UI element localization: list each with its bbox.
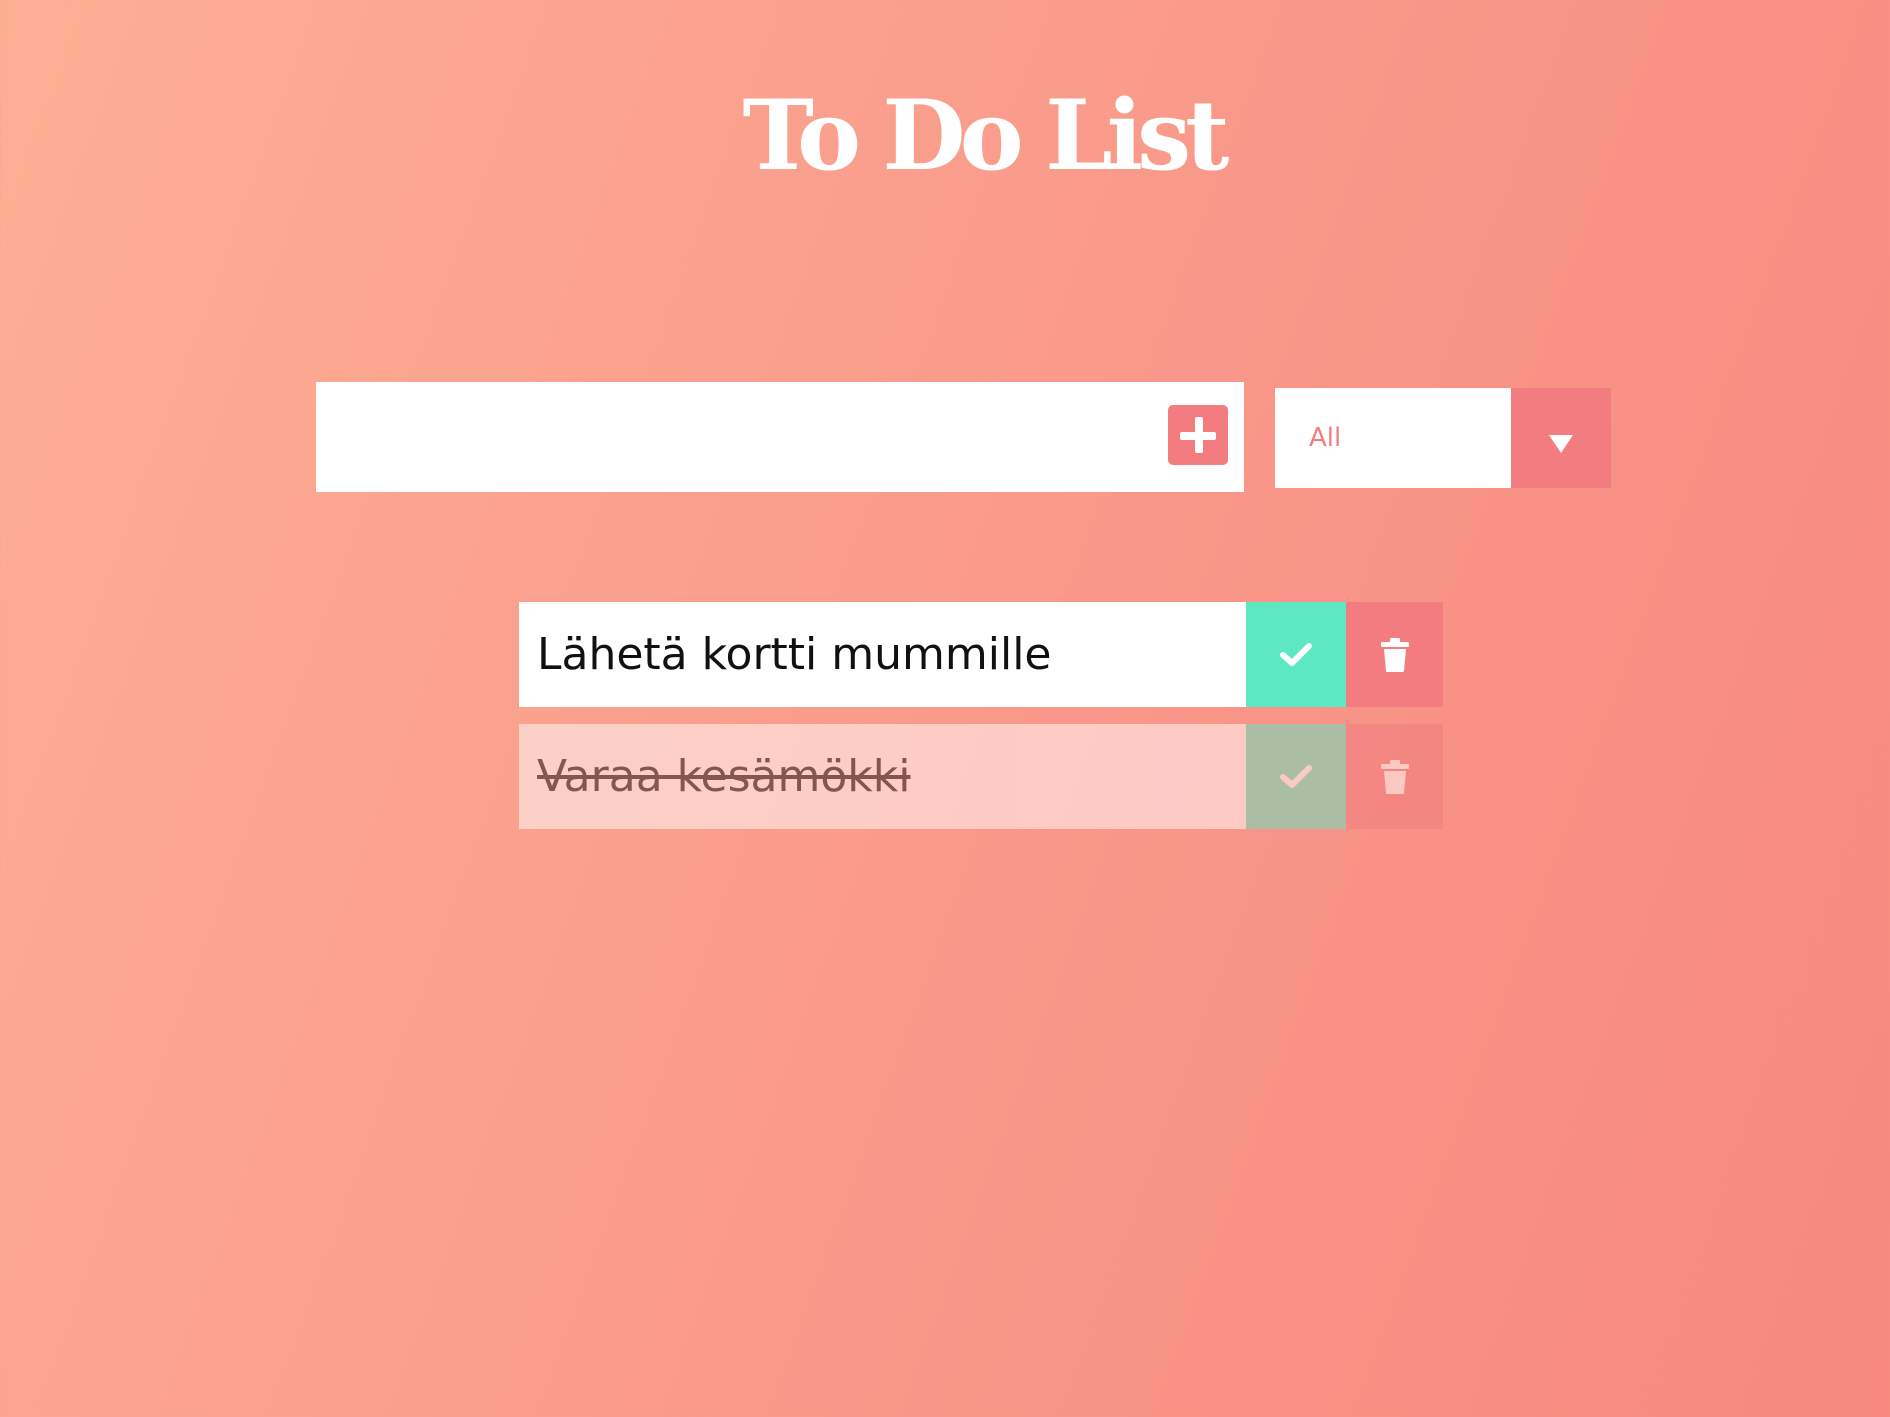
- add-todo-button[interactable]: [1168, 405, 1228, 465]
- todo-text: Varaa kesämökki: [519, 724, 1246, 829]
- delete-button[interactable]: [1346, 602, 1443, 707]
- complete-button[interactable]: [1246, 724, 1346, 829]
- add-todo-form: [316, 382, 1244, 492]
- plus-icon: [1168, 405, 1228, 465]
- filter-selected-value: All: [1309, 423, 1342, 453]
- todo-text: Lähetä kortti mummille: [519, 602, 1246, 707]
- filter-dropdown-button[interactable]: [1511, 388, 1611, 488]
- page-title: To Do List: [742, 79, 1230, 192]
- check-icon: [1280, 764, 1312, 788]
- todo-list: Lähetä kortti mummille Varaa kesämökki: [519, 602, 1443, 846]
- todo-input[interactable]: [316, 382, 1156, 492]
- filter-select[interactable]: All: [1275, 388, 1611, 488]
- todo-item: Lähetä kortti mummille: [519, 602, 1443, 707]
- check-icon: [1280, 642, 1312, 666]
- trash-icon: [1380, 759, 1409, 794]
- todo-item: Varaa kesämökki: [519, 724, 1443, 829]
- trash-icon: [1380, 637, 1409, 672]
- chevron-down-icon: [1549, 435, 1573, 453]
- delete-button[interactable]: [1346, 724, 1443, 829]
- complete-button[interactable]: [1246, 602, 1346, 707]
